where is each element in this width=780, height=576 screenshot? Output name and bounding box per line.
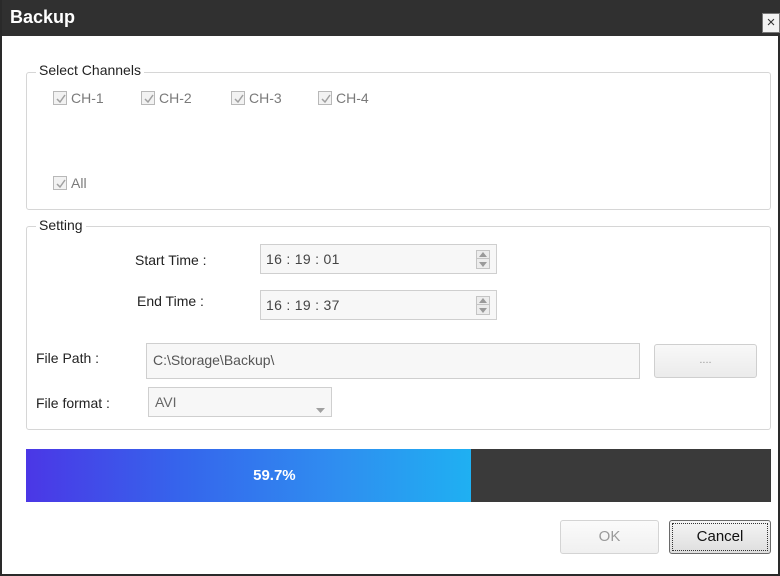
chevron-down-icon[interactable]: [477, 260, 489, 268]
channel-label: CH-3: [249, 90, 282, 106]
backup-dialog: Backup × Select Channels CH-1 CH-2 CH-3 …: [0, 0, 780, 576]
cancel-button[interactable]: Cancel: [669, 520, 771, 554]
start-time-input[interactable]: 16 : 19 : 01: [260, 244, 497, 274]
setting-legend: Setting: [36, 217, 86, 233]
chevron-up-icon[interactable]: [477, 251, 489, 259]
chevron-down-icon: [316, 400, 325, 416]
close-button[interactable]: ×: [762, 13, 780, 33]
file-format-select[interactable]: AVI: [148, 387, 332, 417]
channel-label: CH-1: [71, 90, 104, 106]
start-time-label: Start Time :: [135, 252, 207, 268]
checkmark-icon: [144, 94, 154, 104]
channel-checkbox-ch4[interactable]: CH-4: [318, 90, 369, 106]
file-format-label: File format :: [36, 395, 110, 411]
select-channels-legend: Select Channels: [36, 62, 144, 78]
channel-checkbox-ch3[interactable]: CH-3: [231, 90, 282, 106]
all-label: All: [71, 175, 87, 191]
end-time-spinner[interactable]: [476, 296, 490, 315]
file-path-label: File Path :: [36, 350, 100, 366]
checkbox-box: [53, 176, 67, 190]
end-time-value: 16 : 19 : 37: [266, 297, 340, 313]
checkmark-icon: [56, 179, 66, 189]
chevron-down-icon[interactable]: [477, 306, 489, 314]
channel-checkbox-ch2[interactable]: CH-2: [141, 90, 192, 106]
progress-label: 59.7%: [253, 467, 296, 484]
checkbox-box: [231, 91, 245, 105]
start-time-spinner[interactable]: [476, 250, 490, 269]
progress-percent: 59.7%: [26, 449, 771, 502]
end-time-input[interactable]: 16 : 19 : 37: [260, 290, 497, 320]
checkbox-box: [53, 91, 67, 105]
ok-button[interactable]: OK: [560, 520, 659, 554]
all-checkbox[interactable]: All: [53, 175, 87, 191]
window-title: Backup: [10, 7, 76, 27]
backup-progress-bar: 59.7%: [26, 449, 771, 502]
checkbox-box: [318, 91, 332, 105]
file-path-field[interactable]: C:\Storage\Backup\: [146, 343, 640, 379]
end-time-label: End Time :: [137, 293, 204, 309]
file-path-value: C:\Storage\Backup\: [153, 352, 275, 368]
checkbox-box: [141, 91, 155, 105]
channel-label: CH-4: [336, 90, 369, 106]
checkmark-icon: [56, 94, 66, 104]
browse-button[interactable]: ....: [654, 344, 757, 378]
checkmark-icon: [234, 94, 244, 104]
select-channels-group: [26, 72, 771, 210]
channel-label: CH-2: [159, 90, 192, 106]
title-bar: Backup ×: [2, 0, 780, 36]
checkmark-icon: [321, 94, 331, 104]
file-format-value: AVI: [155, 394, 177, 410]
channel-checkbox-ch1[interactable]: CH-1: [53, 90, 104, 106]
chevron-up-icon[interactable]: [477, 297, 489, 305]
close-icon: ×: [766, 14, 776, 31]
start-time-value: 16 : 19 : 01: [266, 251, 340, 267]
